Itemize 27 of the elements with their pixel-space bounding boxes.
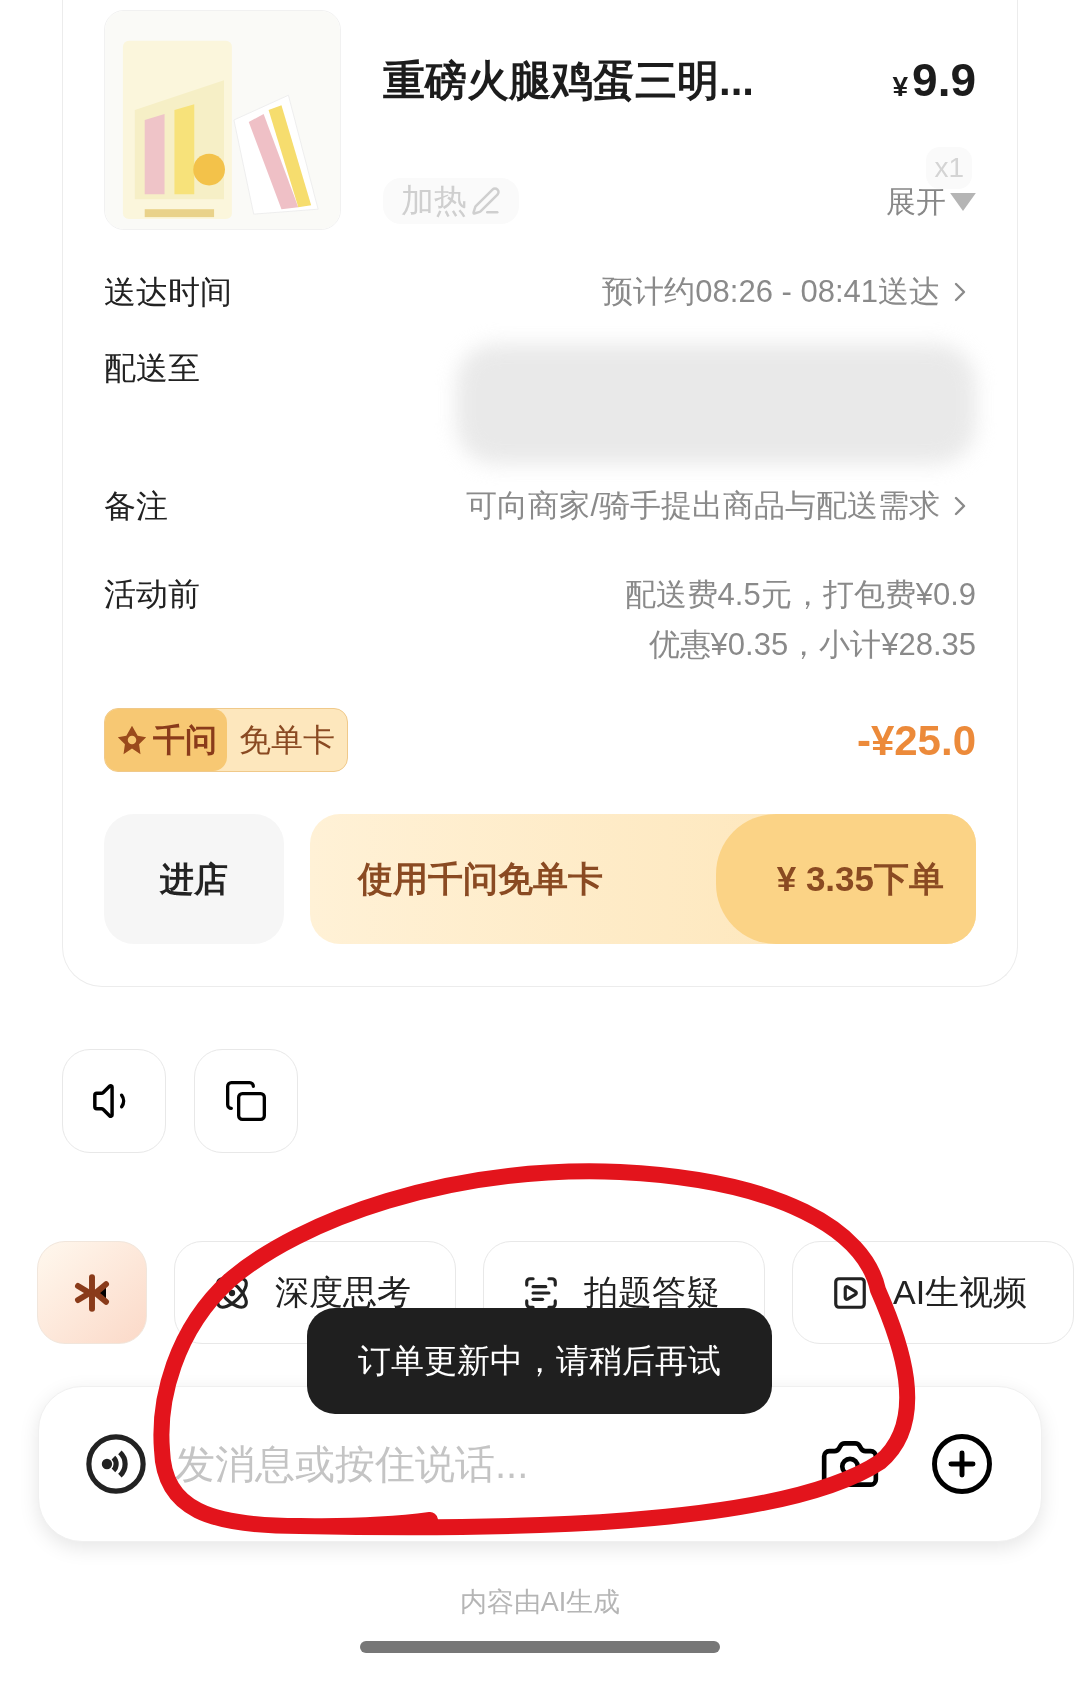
- row-label: 备注: [104, 487, 168, 526]
- row-link[interactable]: 预计约08:26 - 08:41送达: [602, 268, 976, 316]
- message-input[interactable]: 发消息或按住说话...: [175, 1440, 791, 1488]
- product-price: ¥9.9: [892, 53, 976, 108]
- row-label: 配送至: [104, 349, 200, 388]
- product-title: 重磅火腿鸡蛋三明...: [383, 56, 754, 106]
- copy-icon: [224, 1079, 268, 1123]
- order-button[interactable]: 使用千问免单卡 ¥ 3.35下单: [310, 814, 976, 944]
- ai-disclaimer: 内容由AI生成: [459, 1586, 621, 1619]
- row-label: 活动前: [104, 575, 200, 614]
- add-icon[interactable]: [929, 1431, 995, 1497]
- fee-text: 优惠¥0.35，小计¥28.35: [648, 626, 976, 664]
- row-label: 送达时间: [104, 273, 232, 312]
- store-button[interactable]: 进店: [104, 814, 284, 944]
- badge-label: 免单卡: [238, 721, 336, 760]
- speaker-button[interactable]: [62, 1049, 166, 1153]
- fee-text: 配送费4.5元，打包费¥0.9: [624, 576, 976, 614]
- discount-amount: -¥25.0: [856, 715, 976, 766]
- copy-button[interactable]: [194, 1049, 298, 1153]
- feature-chip[interactable]: AI生视频: [792, 1241, 1074, 1344]
- badge-brand: 千问: [153, 721, 217, 760]
- caret-down-icon: [950, 192, 976, 211]
- row-link[interactable]: 可向商家/骑手提出商品与配送需求: [466, 482, 976, 530]
- voice-icon: [85, 1433, 147, 1495]
- pencil-icon: [471, 186, 501, 216]
- assistant-logo-button[interactable]: [37, 1241, 147, 1344]
- update-toast: 订单更新中，请稍后再试: [307, 1308, 772, 1414]
